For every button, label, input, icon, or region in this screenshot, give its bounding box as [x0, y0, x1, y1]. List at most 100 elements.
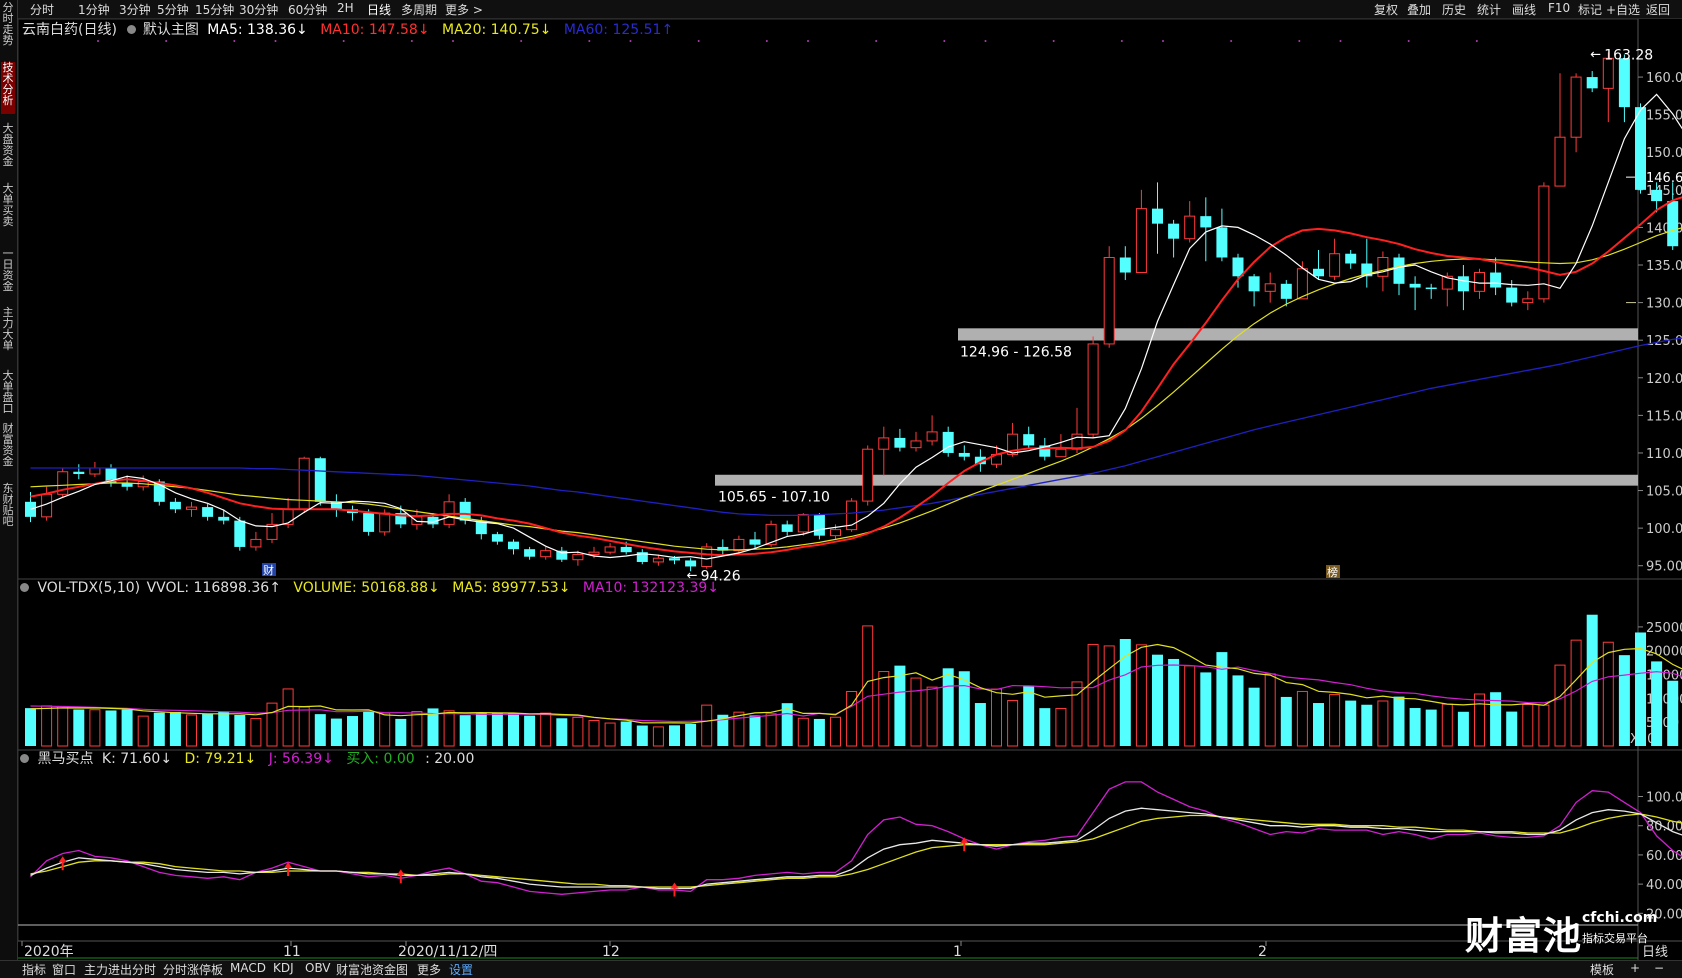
- template-label[interactable]: 默认主图: [143, 22, 199, 38]
- indicator-tab-9[interactable]: 设置: [449, 961, 473, 978]
- toolbar-tab-4[interactable]: 画线: [1512, 1, 1536, 18]
- volume-bar: [283, 689, 293, 746]
- price-tick-label: 120.0: [1646, 372, 1682, 387]
- sidebar-item-4[interactable]: 一日资金: [1, 248, 15, 300]
- volume-bar: [412, 712, 422, 746]
- toolbar-tab-8[interactable]: 返回: [1646, 1, 1670, 18]
- candle-body: [380, 513, 390, 532]
- period-tab-3[interactable]: 5分钟: [157, 1, 189, 18]
- sidebar-item-1[interactable]: 技术分析: [1, 62, 15, 114]
- sidebar-item-6[interactable]: 大单盘口: [1, 370, 15, 422]
- volume-bar: [894, 666, 905, 746]
- period-tab-8[interactable]: 日线: [367, 1, 391, 18]
- volume-bar: [218, 711, 229, 746]
- candle-body: [1023, 434, 1034, 445]
- vol-ma5-value: MA5: 89977.53↓: [452, 580, 570, 596]
- candle-body: [959, 453, 970, 457]
- volume-bar: [460, 715, 471, 746]
- period-tab-6[interactable]: 60分钟: [288, 1, 327, 18]
- kdj-d-line: [31, 814, 1682, 887]
- period-tab-0[interactable]: 分时: [30, 1, 54, 18]
- volume-bar: [621, 722, 632, 746]
- volume-bar: [556, 718, 567, 746]
- toolbar-tab-3[interactable]: 统计: [1477, 1, 1501, 18]
- volume-bar: [1039, 708, 1050, 746]
- event-dot: [588, 40, 590, 42]
- ma10-value: MA10: 147.58↓: [320, 22, 429, 38]
- volume-bar: [170, 712, 181, 746]
- candle-body: [556, 551, 567, 560]
- candle-body: [798, 515, 808, 532]
- event-dot: [1121, 40, 1123, 42]
- volume-bar: [927, 687, 937, 746]
- sidebar-item-7[interactable]: 财富资金: [1, 423, 15, 475]
- volume-bar: [911, 678, 921, 746]
- sidebar-item-0[interactable]: 分时走势: [1, 2, 15, 54]
- volume-bar: [25, 708, 36, 746]
- template-tab-1[interactable]: +: [1630, 961, 1640, 975]
- template-tab-2[interactable]: −: [1654, 961, 1664, 975]
- candle-body: [782, 524, 793, 532]
- toolbar-tab-0[interactable]: 复权: [1374, 1, 1398, 18]
- vol-tick-label: 25000: [1646, 621, 1682, 636]
- toolbar-tab-6[interactable]: 标记: [1578, 1, 1602, 18]
- volume-bar: [380, 713, 390, 746]
- volume-bar: [202, 714, 213, 746]
- indicator-tab-0[interactable]: 指标: [22, 961, 46, 978]
- candle-body: [524, 549, 535, 557]
- toolbar-tab-7[interactable]: +自选: [1606, 1, 1640, 18]
- period-tab-9[interactable]: 多周期: [401, 1, 437, 18]
- stock-chart[interactable]: 160.0155.0150.0145.0140.0135.0130.0125.0…: [18, 19, 1682, 960]
- period-tab-5[interactable]: 30分钟: [239, 1, 278, 18]
- candle-body: [1088, 344, 1098, 434]
- candle-body: [1168, 224, 1179, 239]
- sidebar-item-2[interactable]: 大盘资金: [1, 123, 15, 175]
- date-tick-label: 2020年: [24, 944, 74, 960]
- template-dot-icon[interactable]: [127, 25, 136, 34]
- price-tick-label: 110.0: [1646, 447, 1682, 462]
- vvol-value: VVOL: 116898.36↑: [147, 580, 281, 596]
- indicator-tab-5[interactable]: KDJ: [273, 961, 294, 975]
- volume-bar: [1185, 666, 1195, 746]
- indicator-tab-3[interactable]: 分时涨停板: [163, 961, 223, 978]
- period-tab-4[interactable]: 15分钟: [195, 1, 234, 18]
- candle-body: [315, 458, 326, 502]
- candle-body: [251, 539, 261, 547]
- volume-bar: [605, 723, 615, 746]
- sidebar-item-5[interactable]: 主力大单: [1, 307, 15, 359]
- event-dot: [1053, 40, 1055, 42]
- volume-bar: [653, 727, 663, 746]
- toolbar-tab-5[interactable]: F10: [1548, 1, 1570, 15]
- toolbar-tab-1[interactable]: 叠加: [1407, 1, 1431, 18]
- sidebar-item-3[interactable]: 大单买卖: [1, 183, 15, 235]
- event-dot: [233, 40, 235, 42]
- period-tab-1[interactable]: 1分钟: [78, 1, 110, 18]
- indicator-tab-7[interactable]: 财富池资金图: [336, 961, 408, 978]
- period-tab-7[interactable]: 2H: [337, 1, 354, 15]
- vol-indicator-name[interactable]: VOL-TDX(5,10): [37, 580, 140, 596]
- indicator-tab-6[interactable]: OBV: [305, 961, 331, 975]
- template-tab-0[interactable]: 模板: [1590, 961, 1614, 978]
- kdj-indicator-name[interactable]: 黑马买点: [37, 751, 93, 767]
- date-tick-label: 2: [1258, 944, 1267, 960]
- toolbar-tab-2[interactable]: 历史: [1442, 1, 1466, 18]
- kdj-dot-icon[interactable]: [20, 754, 29, 763]
- event-dot: [1162, 40, 1164, 42]
- vol-dot-icon[interactable]: [20, 583, 29, 592]
- indicator-tab-8[interactable]: 更多: [417, 961, 441, 978]
- event-dot: [943, 40, 945, 42]
- volume-bar: [1249, 688, 1260, 746]
- period-tab-2[interactable]: 3分钟: [119, 1, 151, 18]
- period-tab-10[interactable]: 更多 >: [445, 1, 483, 18]
- event-dot: [97, 40, 99, 42]
- candle-body: [90, 468, 100, 474]
- volume-bar: [1475, 694, 1485, 746]
- sidebar-item-8[interactable]: 东财贴吧: [1, 483, 15, 535]
- candle-body: [1330, 254, 1340, 277]
- indicator-tab-2[interactable]: 主力进出分时: [84, 961, 156, 978]
- indicator-tab-1[interactable]: 窗口: [52, 961, 76, 978]
- candle-body: [1233, 257, 1244, 276]
- indicator-tab-4[interactable]: MACD: [230, 961, 266, 975]
- event-dot: [343, 40, 345, 42]
- support-band-1-label: 124.96 - 126.58: [960, 344, 1072, 360]
